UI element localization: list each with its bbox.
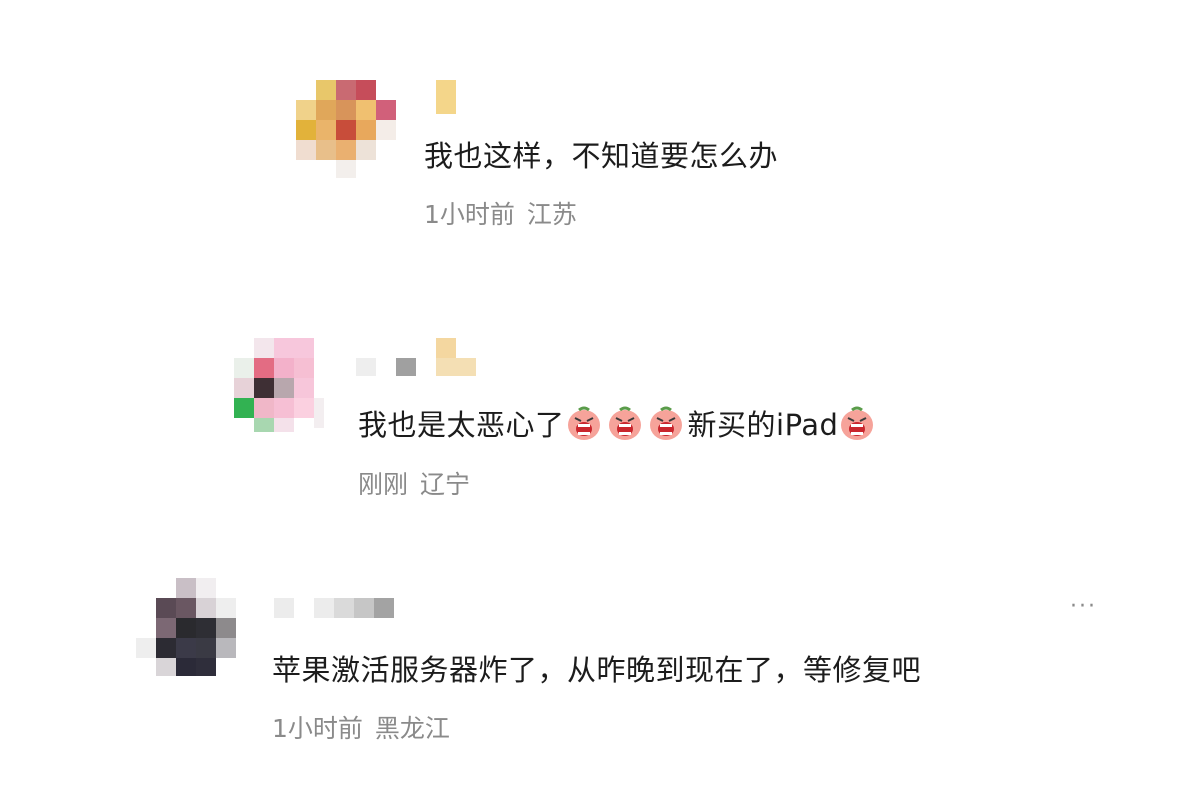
comment-time: 1小时前 <box>272 714 363 743</box>
avatar[interactable] <box>136 578 236 678</box>
comment-meta: 1小时前 黑龙江 <box>272 712 450 746</box>
username-redacted[interactable] <box>274 598 398 620</box>
comment-location: 黑龙江 <box>374 714 450 743</box>
comment-text: 苹果激活服务器炸了，从昨晚到现在了，等修复吧 <box>272 653 922 687</box>
more-options-button[interactable]: ··· <box>1070 594 1097 619</box>
comment-item: ··· 苹果激活服务器炸了，从昨晚到现在了，等修复吧 1小时前 黑龙江 <box>0 0 1188 796</box>
